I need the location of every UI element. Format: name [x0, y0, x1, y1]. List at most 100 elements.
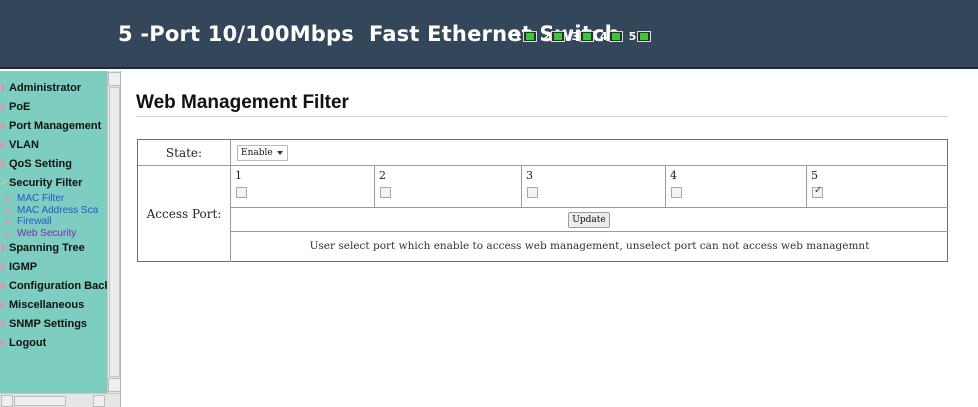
sidebar-subitem-mac-address-scan[interactable]: MAC Address Sca — [0, 205, 107, 217]
sidebar-subitem-label: MAC Address Sca — [17, 204, 99, 216]
arrow-right-icon — [1, 320, 6, 328]
sidebar-item-label: Configuration Back — [9, 280, 107, 292]
state-select[interactable]: Enable — [237, 145, 288, 161]
sidebar-subitem-mac-filter[interactable]: MAC Filter — [0, 193, 107, 205]
port-led-icon — [608, 31, 623, 42]
bullet-icon — [6, 220, 10, 224]
sidebar-subitem-web-security[interactable]: Web Security — [0, 228, 107, 240]
scroll-thumb[interactable] — [14, 396, 66, 406]
state-label: State: — [138, 140, 231, 166]
scroll-up-button[interactable] — [108, 72, 120, 86]
port-cell-3: 3 — [522, 166, 666, 208]
port-indicator-3: 3 — [571, 30, 594, 43]
arrow-right-icon — [1, 103, 6, 111]
state-value-cell: Enable — [231, 140, 948, 166]
sidebar-item-port-management[interactable]: Port Management — [0, 117, 107, 136]
port-status-indicators: 1 2 3 4 5 — [514, 30, 657, 43]
port-cell-1: 1 — [231, 166, 375, 208]
port-indicator-2: 2 — [543, 30, 566, 43]
port-number: 2 — [379, 169, 386, 182]
page-title: Web Management Filter — [136, 92, 349, 113]
sidebar-subitem-label: Firewall — [17, 216, 52, 227]
sidebar-vertical-scrollbar[interactable] — [107, 71, 120, 393]
port-number: 5 — [811, 169, 818, 182]
port-indicator-number: 4 — [599, 30, 608, 43]
port-cell-4: 4 — [666, 166, 807, 208]
sidebar-item-qos-setting[interactable]: QoS Setting — [0, 155, 107, 174]
header-banner: 5 -Port 10/100Mbps Fast Ethernet Switch … — [0, 0, 978, 69]
sidebar-item-spanning-tree[interactable]: Spanning Tree — [0, 239, 107, 258]
arrow-right-icon — [1, 141, 6, 149]
check-icon: ✓ — [0, 177, 10, 189]
port-indicator-5: 5 — [629, 30, 652, 43]
sidebar-subitem-label: Web Security — [17, 227, 77, 239]
sidebar-item-vlan[interactable]: VLAN — [0, 136, 107, 155]
bullet-icon — [6, 231, 10, 236]
sidebar-item-label: QoS Setting — [9, 158, 72, 170]
sidebar-item-label: Security Filter — [9, 177, 83, 189]
sidebar-subitem-label: MAC Filter — [17, 193, 65, 204]
port-indicator-number: 3 — [571, 30, 579, 43]
port-cell-2: 2 — [375, 166, 522, 208]
port-3-checkbox[interactable] — [527, 187, 538, 198]
sidebar-item-label: Port Management — [9, 120, 102, 132]
sidebar-item-security-filter[interactable]: ✓ Security Filter — [0, 174, 107, 193]
sidebar-item-snmp-settings[interactable]: SNMP Settings — [0, 315, 107, 334]
bullet-icon — [6, 208, 10, 213]
sidebar-item-label: PoE — [9, 101, 31, 113]
sidebar-horizontal-scrollbar[interactable] — [0, 393, 120, 407]
sidebar-item-miscellaneous[interactable]: Miscellaneous — [0, 296, 107, 315]
app-window: 5 -Port 10/100Mbps Fast Ethernet Switch … — [0, 0, 978, 407]
port-5-checkbox[interactable] — [812, 185, 823, 198]
sidebar-item-label: VLAN — [9, 139, 39, 151]
port-indicator-number: 2 — [542, 30, 551, 43]
sidebar-item-label: SNMP Settings — [9, 318, 88, 330]
update-row: Update — [231, 208, 948, 232]
port-indicator-4: 4 — [600, 30, 623, 43]
scroll-right-button[interactable] — [93, 395, 105, 407]
sidebar-item-label: Miscellaneous — [9, 299, 85, 311]
sidebar-item-label: Administrator — [9, 82, 82, 94]
sidebar-subitem-firewall[interactable]: Firewall — [0, 216, 107, 228]
help-note-row: User select port which enable to access … — [231, 232, 948, 262]
scroll-thumb[interactable] — [109, 87, 120, 377]
update-button[interactable]: Update — [568, 212, 610, 228]
title-divider — [136, 116, 948, 117]
sidebar-item-poe[interactable]: PoE — [0, 98, 107, 117]
port-number: 1 — [235, 169, 242, 182]
arrow-right-icon — [1, 339, 6, 347]
scroll-left-button[interactable] — [1, 395, 13, 407]
web-management-filter-form: State: Enable Access Port: 1 2 3 4 5 ✓ U… — [137, 139, 948, 262]
port-1-checkbox[interactable] — [236, 187, 247, 198]
arrow-right-icon — [1, 84, 6, 92]
arrow-right-icon — [1, 122, 6, 130]
bullet-icon — [6, 197, 10, 201]
sidebar-item-administrator[interactable]: Administrator — [0, 79, 107, 98]
arrow-right-icon — [1, 160, 6, 168]
sidebar-item-igmp[interactable]: IGMP — [0, 258, 107, 277]
port-4-checkbox[interactable] — [671, 187, 682, 198]
arrow-right-icon — [1, 244, 6, 252]
port-led-icon — [522, 31, 537, 42]
sidebar-nav: Administrator PoE Port Management VLAN Q… — [0, 71, 121, 407]
arrow-right-icon — [1, 263, 6, 271]
sidebar-menu: Administrator PoE Port Management VLAN Q… — [0, 71, 107, 393]
port-number: 3 — [526, 169, 533, 182]
scroll-down-button[interactable] — [108, 378, 120, 392]
port-2-checkbox[interactable] — [380, 187, 391, 198]
port-indicator-number: 1 — [514, 30, 522, 43]
port-cell-5: 5 — [807, 166, 948, 208]
sidebar-item-configuration-backup[interactable]: Configuration Back — [0, 277, 107, 296]
sidebar-item-label: Spanning Tree — [9, 242, 85, 254]
port-led-icon — [551, 31, 566, 42]
port-indicator-1: 1 — [514, 30, 537, 43]
arrow-right-icon — [1, 282, 6, 290]
sidebar-item-label: Logout — [9, 337, 47, 349]
sidebar-item-logout[interactable]: Logout — [0, 334, 107, 353]
port-led-icon — [637, 31, 652, 42]
port-led-icon — [579, 31, 594, 42]
help-note-text: User select port which enable to access … — [309, 240, 870, 252]
device-title-prefix: 5 -Port 10/100Mbps — [118, 22, 354, 46]
sidebar-item-label: IGMP — [9, 261, 38, 273]
state-select-value: Enable — [241, 148, 273, 158]
